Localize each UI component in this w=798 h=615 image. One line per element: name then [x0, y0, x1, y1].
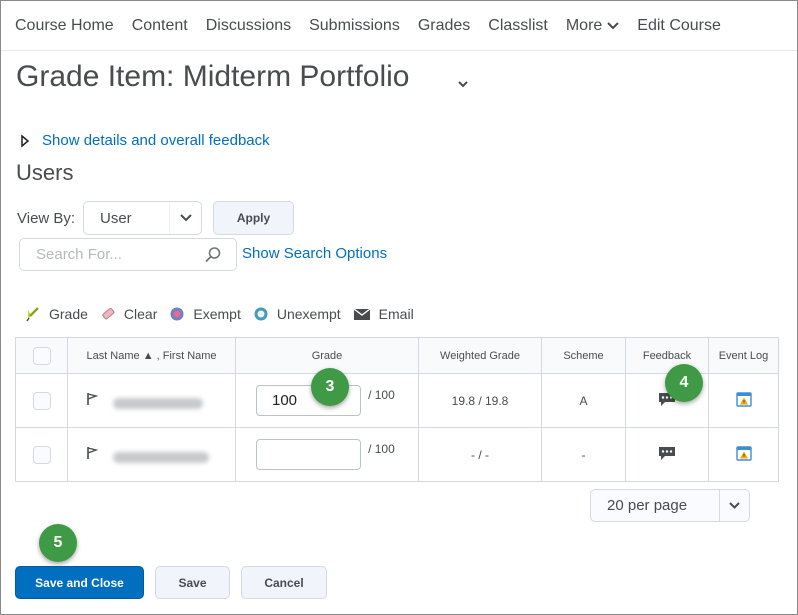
- grade-out-of: / 100: [368, 387, 395, 402]
- course-navbar: Course Home Content Discussions Submissi…: [1, 1, 797, 51]
- show-details-toggle[interactable]: Show details and overall feedback: [20, 132, 270, 149]
- select-all-cell: [15, 337, 68, 374]
- nav-course-home[interactable]: Course Home: [15, 17, 114, 35]
- view-by-value: User: [100, 209, 132, 227]
- tool-unexempt-label: Unexempt: [276, 306, 341, 322]
- select-arrow: [169, 202, 201, 234]
- event-log-cell: [708, 373, 779, 428]
- flag-icon[interactable]: [86, 446, 99, 460]
- nav-content[interactable]: Content: [132, 17, 188, 35]
- eraser-icon: [102, 307, 115, 320]
- per-page-value: 20 per page: [607, 497, 688, 514]
- nav-more-label: More: [565, 16, 603, 34]
- select-arrow: [719, 490, 749, 521]
- expand-triangle-icon: [21, 133, 30, 148]
- chevron-down-icon: [729, 502, 740, 509]
- event-log-icon[interactable]: [735, 445, 752, 461]
- page-title: Grade Item: Midterm Portfolio: [16, 60, 410, 93]
- callout-badge-save-close: 5: [39, 524, 77, 562]
- tool-exempt-label: Exempt: [193, 306, 241, 322]
- tool-grade[interactable]: Grade: [25, 306, 88, 322]
- show-search-options-link[interactable]: Show Search Options: [242, 245, 387, 262]
- save-button[interactable]: Save: [155, 566, 230, 599]
- users-heading: Users: [16, 160, 74, 185]
- apply-button[interactable]: Apply: [213, 201, 294, 235]
- tool-unexempt[interactable]: Unexempt: [253, 306, 341, 322]
- grade-toolbar: Grade Clear Exempt Unexempt Email: [25, 306, 426, 322]
- exempt-icon: [170, 307, 184, 321]
- tool-email-label: Email: [378, 306, 414, 322]
- header-weighted-grade: Weighted Grade: [418, 337, 542, 374]
- chevron-down-icon: [179, 214, 192, 222]
- tool-grade-label: Grade: [49, 306, 88, 322]
- grade-input[interactable]: [256, 439, 361, 470]
- grade-cell: / 100: [235, 427, 419, 482]
- tool-email[interactable]: Email: [353, 306, 414, 322]
- scheme-value: -: [541, 427, 626, 482]
- tool-clear[interactable]: Clear: [100, 306, 157, 322]
- save-and-close-button[interactable]: Save and Close: [15, 566, 144, 599]
- header-name[interactable]: Last Name ▲ , First Name: [67, 337, 236, 374]
- table-row: / 100 - / - -: [15, 427, 779, 482]
- header-scheme: Scheme: [541, 337, 626, 374]
- nav-more-menu[interactable]: More: [565, 16, 620, 35]
- chevron-down-icon: [607, 21, 620, 29]
- grade-icon: [26, 307, 39, 322]
- unexempt-icon: [254, 307, 268, 321]
- table-header-row: Last Name ▲ , First Name Grade Weighted …: [15, 337, 779, 374]
- nav-edit-course[interactable]: Edit Course: [637, 17, 721, 35]
- view-by-select[interactable]: User: [83, 201, 202, 235]
- student-name-redacted[interactable]: [113, 451, 210, 463]
- weighted-grade-value: 19.8 / 19.8: [418, 373, 542, 428]
- weighted-grade-value: - / -: [418, 427, 542, 482]
- search-input[interactable]: [34, 239, 204, 269]
- tool-clear-label: Clear: [123, 306, 158, 322]
- feedback-comment-icon[interactable]: [658, 446, 676, 461]
- search-box: [19, 238, 237, 271]
- scheme-value: A: [541, 373, 626, 428]
- row-checkbox[interactable]: [32, 391, 51, 410]
- student-name-redacted[interactable]: [113, 397, 204, 409]
- callout-badge-feedback: 4: [665, 364, 703, 402]
- row-select-cell: [15, 427, 68, 482]
- flag-icon[interactable]: [86, 392, 99, 406]
- title-chevron-down-icon[interactable]: [457, 80, 469, 88]
- feedback-cell: [625, 427, 709, 482]
- nav-grades[interactable]: Grades: [418, 17, 470, 35]
- student-name-cell: [67, 427, 236, 482]
- nav-classlist[interactable]: Classlist: [488, 17, 548, 35]
- view-by-label: View By:: [17, 210, 76, 227]
- tool-exempt[interactable]: Exempt: [169, 306, 241, 322]
- row-select-cell: [15, 373, 68, 428]
- header-event-log: Event Log: [708, 337, 779, 374]
- nav-submissions[interactable]: Submissions: [309, 17, 400, 35]
- email-icon: [353, 308, 371, 320]
- show-details-link[interactable]: Show details and overall feedback: [42, 132, 270, 149]
- student-name-cell: [67, 373, 236, 428]
- grade-out-of: / 100: [368, 441, 395, 456]
- event-log-cell: [708, 427, 779, 482]
- nav-discussions[interactable]: Discussions: [206, 17, 291, 35]
- per-page-select[interactable]: 20 per page: [590, 489, 750, 522]
- grades-table: Last Name ▲ , First Name Grade Weighted …: [15, 337, 779, 482]
- select-all-checkbox[interactable]: [32, 346, 51, 365]
- event-log-icon[interactable]: [735, 391, 752, 407]
- callout-badge-grade: 3: [311, 368, 349, 406]
- search-icon[interactable]: [204, 246, 222, 264]
- row-checkbox[interactable]: [32, 445, 51, 464]
- cancel-button[interactable]: Cancel: [241, 566, 327, 599]
